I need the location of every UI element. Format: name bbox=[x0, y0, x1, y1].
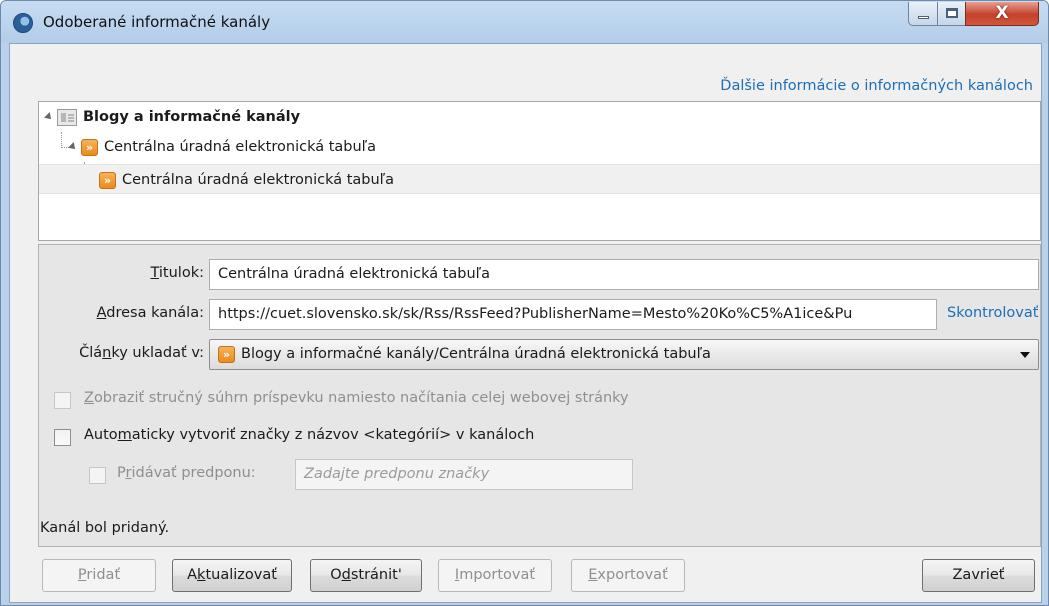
store-location-value: Blogy a informačné kanály/Centrálna úrad… bbox=[241, 346, 711, 362]
update-button[interactable]: Aktualizovať bbox=[172, 559, 292, 592]
add-button[interactable]: Pridať bbox=[42, 559, 156, 592]
prefix-input[interactable]: Zadajte predponu značky bbox=[295, 459, 633, 490]
import-button[interactable]: Importovať bbox=[438, 559, 552, 592]
feed-url-input[interactable]: https://cuet.slovensko.sk/sk/Rss/RssFeed… bbox=[209, 299, 937, 330]
status-message: Kanál bol pridaný. bbox=[40, 520, 170, 536]
close-icon: X bbox=[995, 3, 1009, 23]
rss-icon: » bbox=[99, 171, 116, 189]
expand-twisty-icon[interactable] bbox=[44, 112, 54, 122]
dialog-content: Ďalšie informácie o informačných kanáloc… bbox=[9, 43, 1042, 603]
rss-icon: » bbox=[218, 345, 235, 363]
minimize-icon bbox=[918, 16, 929, 19]
feed-tree[interactable]: Blogy a informačné kanály » Centrálna úra… bbox=[38, 101, 1041, 241]
prefix-checkbox-label: Pridávať predponu: bbox=[117, 465, 256, 481]
tree-item-blogs-folder[interactable]: Blogy a informačné kanály bbox=[44, 102, 1035, 132]
export-button[interactable]: Exportovať bbox=[571, 559, 685, 592]
maximize-button[interactable] bbox=[937, 2, 966, 26]
tree-item-label: Blogy a informačné kanály bbox=[83, 109, 301, 125]
close-window-button[interactable]: X bbox=[965, 2, 1039, 26]
remove-button[interactable]: Odstránit' bbox=[310, 559, 422, 592]
expand-twisty-icon[interactable] bbox=[68, 142, 78, 152]
address-label: Adresa kanála: bbox=[96, 305, 204, 321]
tree-item-label: Centrálna úradná elektronická tabuľa bbox=[122, 172, 394, 188]
autotag-checkbox-label: Automaticky vytvoriť značky z názvov <ka… bbox=[84, 427, 535, 443]
summary-checkbox-label: Zobraziť stručný súhrn príspevku namiest… bbox=[84, 390, 629, 406]
verify-link[interactable]: Skontrolovať bbox=[947, 305, 1038, 321]
minimize-button[interactable] bbox=[908, 2, 938, 26]
title-input[interactable]: Centrálna úradná elektronická tabuľa bbox=[209, 259, 1039, 290]
tree-item-feed-selected[interactable]: » Centrálna úradná elektronická tabuľa bbox=[39, 164, 1040, 194]
folder-icon bbox=[57, 108, 77, 126]
thunderbird-app-icon bbox=[13, 13, 33, 33]
prefix-checkbox[interactable] bbox=[89, 467, 106, 484]
tree-item-label: Centrálna úradná elektronická tabuľa bbox=[104, 139, 376, 155]
store-in-label: Články ukladať v: bbox=[79, 345, 204, 361]
feed-properties-panel: Titulok: Centrálna úradná elektronická t… bbox=[38, 244, 1041, 547]
maximize-icon bbox=[946, 8, 958, 18]
title-label: Titulok: bbox=[150, 265, 204, 281]
autotag-checkbox[interactable] bbox=[54, 429, 71, 446]
tree-item-feed-parent[interactable]: » Centrálna úradná elektronická tabuľa bbox=[68, 132, 1029, 162]
close-button[interactable]: Zavrieť bbox=[922, 559, 1035, 592]
title-bar[interactable]: Odoberané informačné kanály X bbox=[1, 1, 1048, 43]
store-location-select[interactable]: » Blogy a informačné kanály/Centrálna úra… bbox=[209, 339, 1039, 370]
subscribed-feeds-dialog: Odoberané informačné kanály X Ďalšie inf… bbox=[0, 0, 1049, 606]
more-info-link[interactable]: Ďalšie informácie o informačných kanáloc… bbox=[720, 78, 1033, 94]
window-title: Odoberané informačné kanály bbox=[43, 13, 271, 31]
rss-icon: » bbox=[81, 138, 98, 156]
summary-checkbox[interactable] bbox=[54, 392, 71, 409]
dropdown-arrow-icon bbox=[1020, 352, 1030, 358]
